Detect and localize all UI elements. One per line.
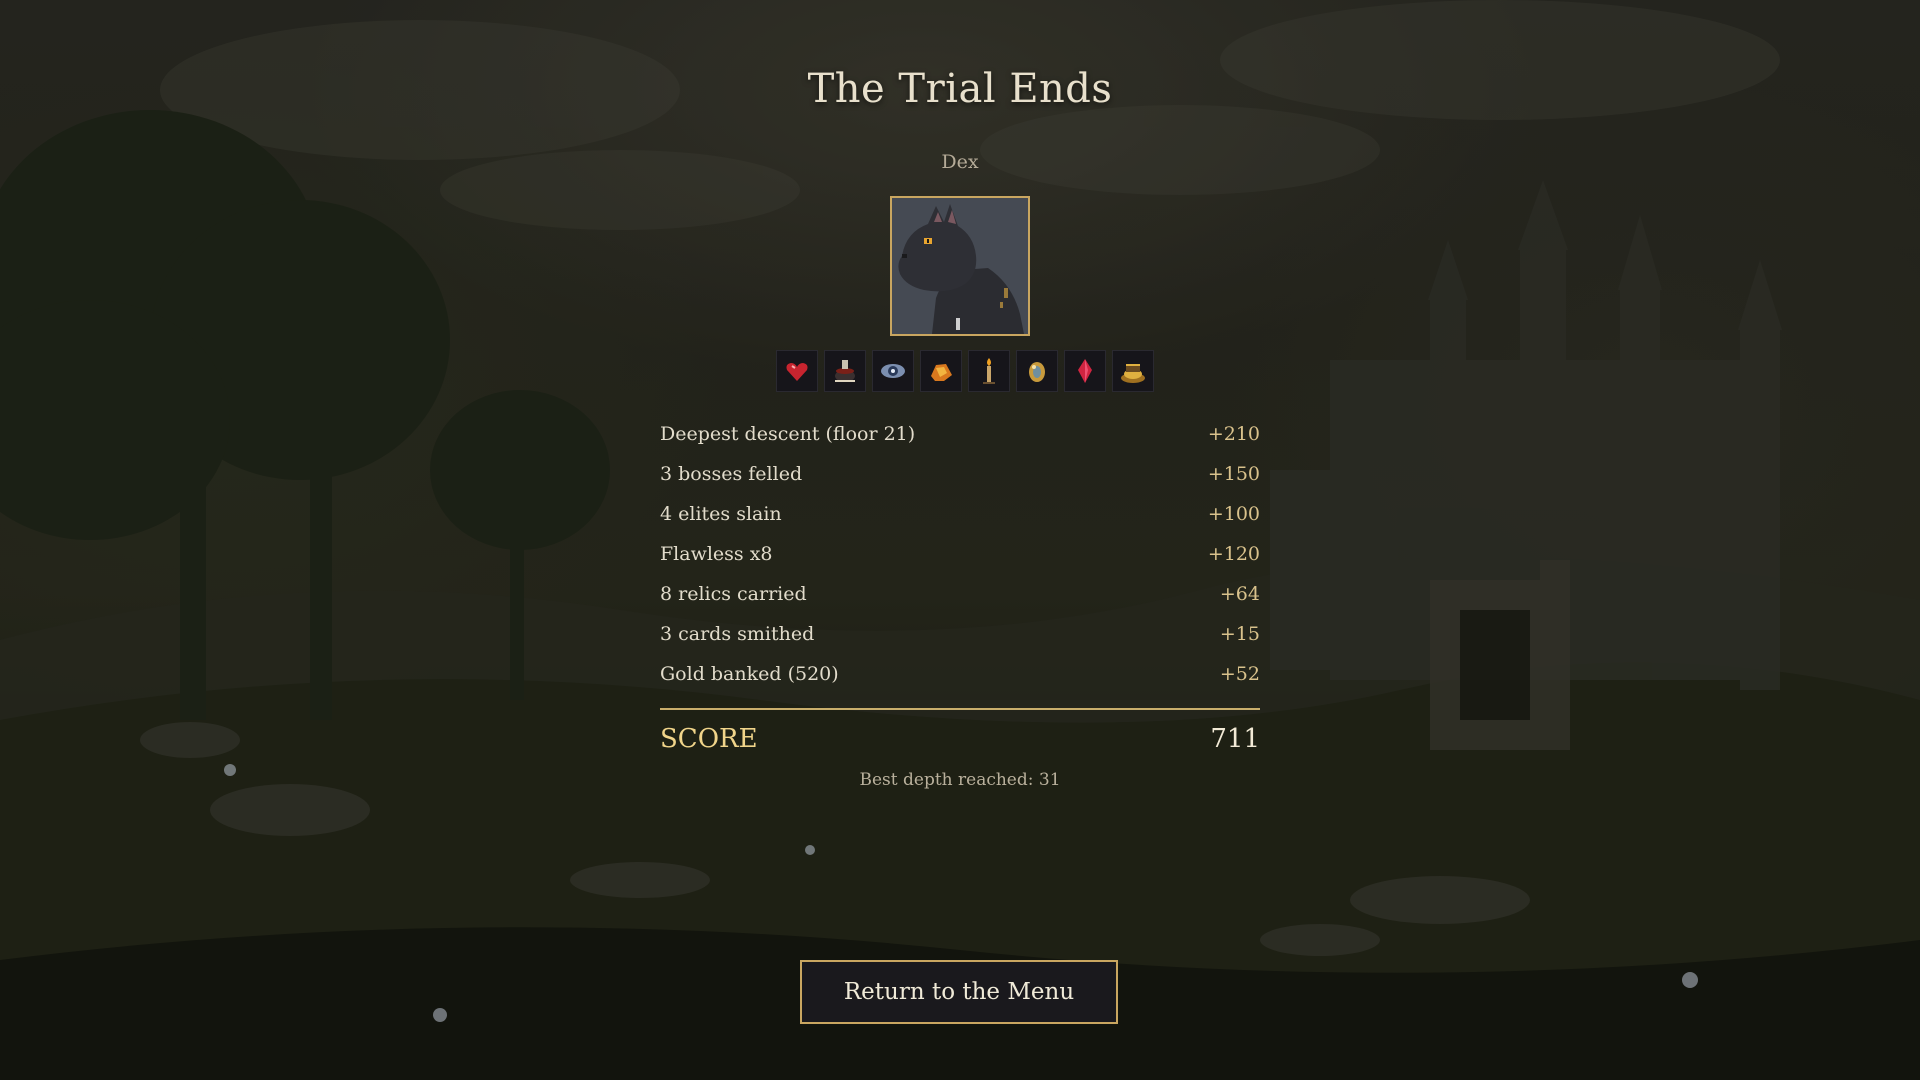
relic-slot[interactable] — [776, 350, 818, 392]
breakdown-row: 3 bosses felled +150 — [660, 454, 1260, 494]
game-over-screen: The Trial Ends Dex Deepest descent (floo… — [0, 0, 1920, 1080]
breakdown-row: Gold banked (520) +52 — [660, 654, 1260, 694]
score-breakdown: Deepest descent (floor 21) +210 3 bosses… — [660, 414, 1260, 790]
red-crystal-icon — [1078, 359, 1092, 383]
breakdown-points: +15 — [1219, 623, 1260, 645]
breakdown-row: Deepest descent (floor 21) +210 — [660, 414, 1260, 454]
character-portrait — [890, 196, 1030, 336]
relic-slot[interactable] — [1016, 350, 1058, 392]
breakdown-label: 4 elites slain — [660, 503, 782, 525]
return-to-menu-button[interactable]: Return to the Menu — [800, 960, 1118, 1024]
breakdown-row: Flawless x8 +120 — [660, 534, 1260, 574]
breakdown-points: +100 — [1207, 503, 1260, 525]
breakdown-label: 8 relics carried — [660, 583, 807, 605]
score-total-row: SCORE 711 — [660, 716, 1260, 762]
ember-stone-icon — [931, 364, 952, 381]
score-divider — [660, 708, 1260, 710]
breakdown-label: Gold banked (520) — [660, 663, 839, 685]
treasure-pile-icon — [1121, 364, 1145, 383]
all-seeing-eye-icon — [881, 364, 905, 378]
cauldron-icon — [835, 360, 855, 382]
relic-slot[interactable] — [1112, 350, 1154, 392]
breakdown-row: 3 cards smithed +15 — [660, 614, 1260, 654]
score-label: SCORE — [660, 724, 758, 754]
relic-slot[interactable] — [1064, 350, 1106, 392]
relic-slot[interactable] — [968, 350, 1010, 392]
breakdown-points: +52 — [1219, 663, 1260, 685]
best-depth-text: Best depth reached: 31 — [859, 770, 1061, 790]
breakdown-label: 3 cards smithed — [660, 623, 815, 645]
relic-slot[interactable] — [920, 350, 962, 392]
relic-bar — [776, 350, 1154, 392]
breakdown-label: Deepest descent (floor 21) — [660, 423, 916, 445]
breakdown-points: +120 — [1207, 543, 1260, 565]
amber-orb-icon — [1029, 362, 1045, 382]
relic-slot[interactable] — [824, 350, 866, 392]
character-name: Dex — [941, 151, 979, 173]
relic-slot[interactable] — [872, 350, 914, 392]
candle-icon — [983, 358, 995, 384]
heart-gem-icon — [786, 363, 808, 381]
breakdown-points: +64 — [1219, 583, 1260, 605]
breakdown-row: 4 elites slain +100 — [660, 494, 1260, 534]
black-cat-portrait — [892, 198, 1028, 334]
score-value: 711 — [1210, 724, 1260, 754]
screen-title: The Trial Ends — [807, 66, 1113, 112]
breakdown-row: 8 relics carried +64 — [660, 574, 1260, 614]
breakdown-points: +150 — [1207, 463, 1260, 485]
breakdown-label: 3 bosses felled — [660, 463, 803, 485]
breakdown-label: Flawless x8 — [660, 543, 773, 565]
breakdown-points: +210 — [1207, 423, 1260, 445]
